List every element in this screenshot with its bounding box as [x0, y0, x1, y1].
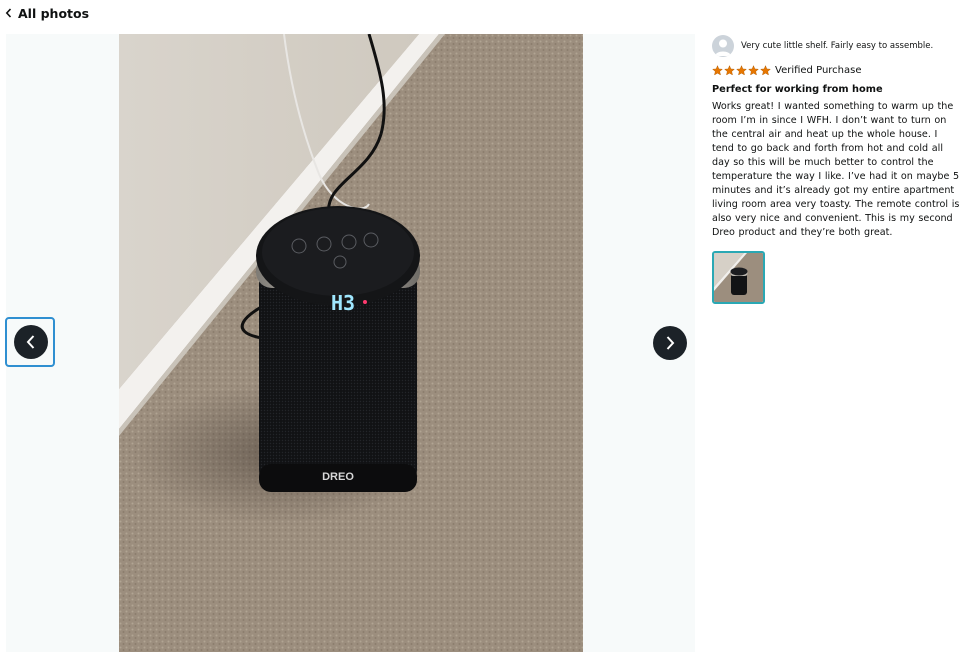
chevron-left-icon — [26, 335, 35, 349]
rating-row: Verified Purchase — [712, 63, 960, 77]
verified-purchase-badge: Verified Purchase — [775, 64, 862, 76]
star-icon — [736, 64, 747, 75]
review-body: Works great! I wanted something to warm … — [712, 101, 960, 238]
review-title: Perfect for working from home — [712, 84, 883, 95]
photo-viewer: H3 DREO — [5, 34, 695, 652]
all-photos-link[interactable]: All photos — [5, 4, 89, 22]
star-icon — [712, 64, 723, 75]
next-photo-button[interactable] — [653, 326, 687, 360]
review-panel: Very cute little shelf. Fairly easy to a… — [712, 34, 960, 304]
heater-display-text: H3 — [331, 291, 355, 315]
heater-brand-mark: DREO — [322, 471, 354, 483]
photo-thumbnail[interactable] — [712, 251, 765, 304]
star-rating — [712, 64, 771, 76]
all-photos-label: All photos — [18, 5, 90, 21]
reviewer-name: Very cute little shelf. Fairly easy to a… — [741, 41, 934, 51]
review-photo: H3 DREO — [119, 34, 583, 652]
chevron-right-icon — [666, 336, 675, 350]
chevron-left-icon — [5, 8, 12, 18]
star-icon — [724, 64, 735, 75]
previous-photo-button[interactable] — [14, 325, 48, 359]
star-icon — [760, 64, 771, 75]
star-icon — [748, 64, 759, 75]
user-avatar-icon — [712, 35, 734, 57]
reviewer-row: Very cute little shelf. Fairly easy to a… — [712, 34, 960, 58]
